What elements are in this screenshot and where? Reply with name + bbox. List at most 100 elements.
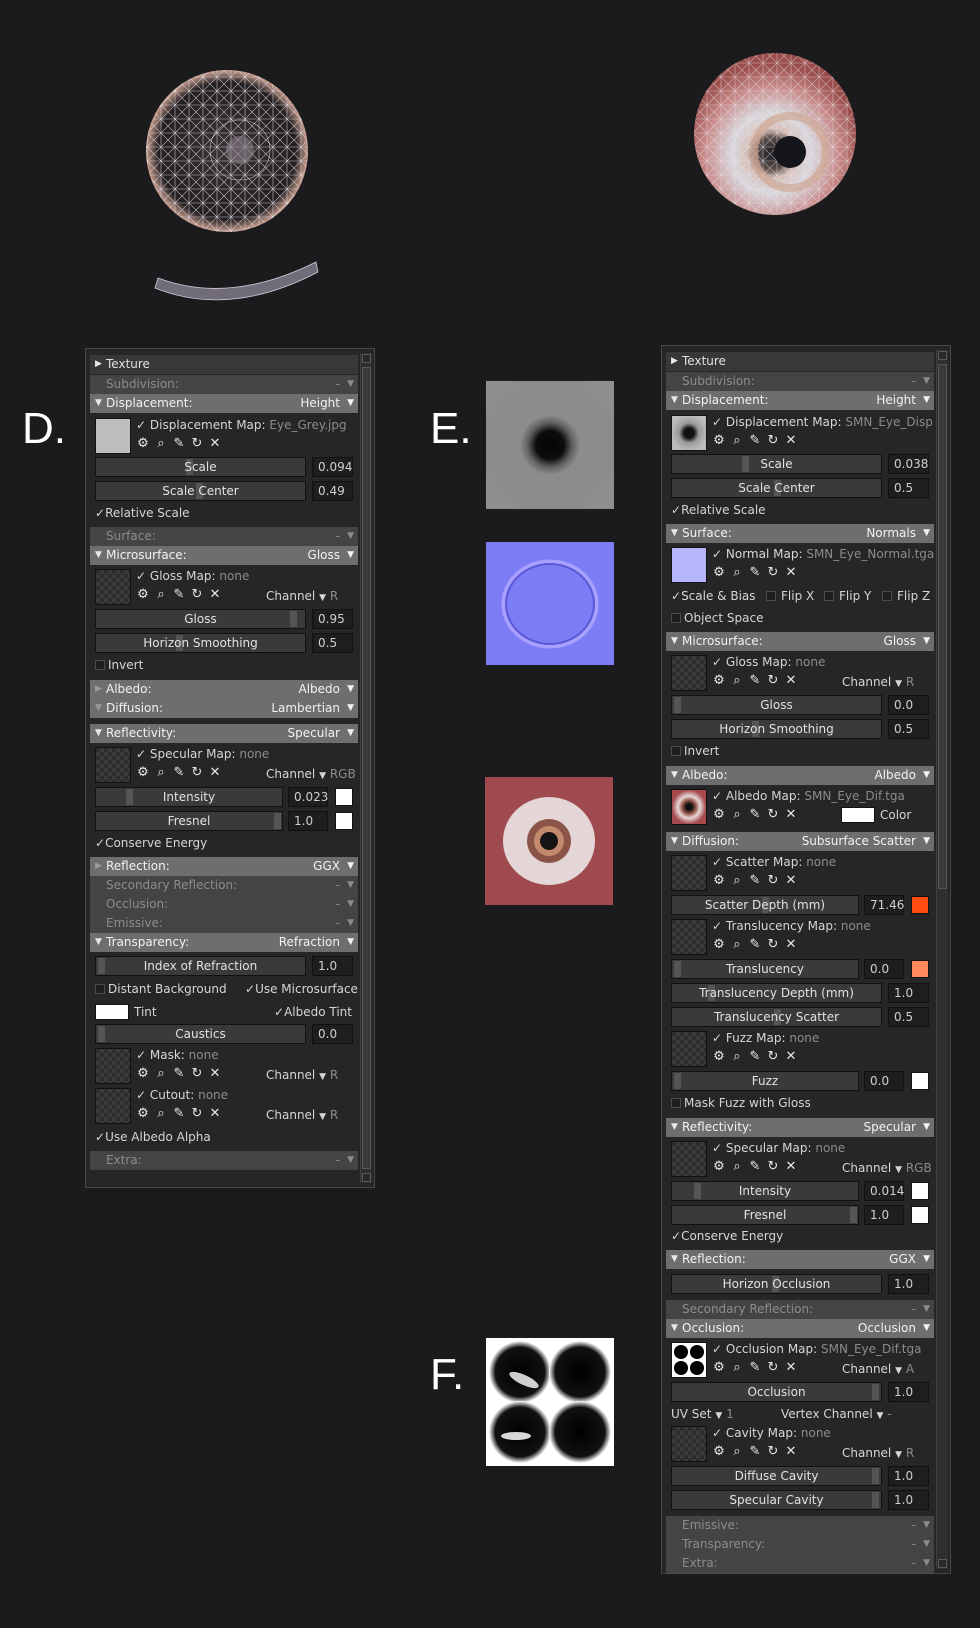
distant-background-checkbox[interactable]: [95, 984, 105, 994]
specular-channel-select[interactable]: Channel ▼ RGB: [842, 1159, 932, 1177]
horizon-occlusion-slider[interactable]: Horizon Occlusion: [671, 1274, 882, 1294]
displacement-map-tools[interactable]: ⚙ ⌕ ✎ ↻ ✕: [134, 436, 224, 452]
translucency-color-swatch[interactable]: [911, 960, 929, 978]
ior-value[interactable]: 1.0: [312, 956, 353, 976]
specular-cavity-slider[interactable]: Specular Cavity: [671, 1490, 882, 1510]
reflectivity-header[interactable]: ▼ Reflectivity: Specular ▼: [666, 1118, 934, 1137]
scale-slider[interactable]: Scale: [95, 457, 306, 477]
diffusion-header[interactable]: ▼ Diffusion: Lambertian ▼: [90, 699, 358, 718]
extra-header[interactable]: Extra: - ▼: [666, 1554, 934, 1573]
translucency-depth-slider[interactable]: Translucency Depth (mm): [671, 983, 882, 1003]
horizon-smoothing-value[interactable]: 0.5: [312, 633, 353, 653]
specular-map-tools[interactable]: ⚙ ⌕ ✎ ↻ ✕: [134, 765, 224, 781]
uv-set-select[interactable]: UV Set ▼ 1: [671, 1405, 734, 1423]
scale-center-slider[interactable]: Scale Center: [671, 478, 882, 498]
secondary-reflection-header[interactable]: Secondary Reflection: - ▼: [666, 1300, 934, 1319]
scale-value[interactable]: 0.094: [312, 457, 353, 477]
tint-color-swatch[interactable]: [95, 1004, 129, 1020]
occlusion-map-slot[interactable]: [671, 1342, 707, 1378]
fuzz-value[interactable]: 0.0: [864, 1071, 904, 1091]
albedo-map-tools[interactable]: ⚙ ⌕ ✎ ↻ ✕: [710, 807, 800, 823]
occlusion-map-tools[interactable]: ⚙ ⌕ ✎ ↻ ✕: [710, 1360, 800, 1376]
displacement-header[interactable]: ▼ Displacement: Height ▼: [666, 391, 934, 410]
translucency-scatter-value[interactable]: 0.5: [888, 1007, 929, 1027]
mask-map-tools[interactable]: ⚙ ⌕ ✎ ↻ ✕: [134, 1066, 224, 1082]
fresnel-value[interactable]: 1.0: [288, 811, 328, 831]
caustics-slider[interactable]: Caustics: [95, 1024, 306, 1044]
reflectivity-header[interactable]: ▼ Reflectivity: Specular ▼: [90, 724, 358, 743]
mask-channel-select[interactable]: Channel ▼ R: [266, 1066, 338, 1084]
gloss-channel-select[interactable]: Channel ▼ R: [842, 673, 914, 691]
secondary-reflection-header[interactable]: Secondary Reflection: - ▼: [90, 876, 358, 895]
specular-channel-select[interactable]: Channel ▼ RGB: [266, 765, 356, 783]
use-albedo-alpha-check[interactable]: ✓Use Albedo Alpha: [95, 1128, 211, 1146]
flip-z-checkbox[interactable]: [882, 591, 892, 601]
fuzz-slider[interactable]: Fuzz: [671, 1071, 859, 1091]
specular-map-tools[interactable]: ⚙ ⌕ ✎ ↻ ✕: [710, 1159, 800, 1175]
subdivision-header[interactable]: Subdivision: - ▼: [666, 372, 934, 391]
translucency-map-tools[interactable]: ⚙ ⌕ ✎ ↻ ✕: [710, 937, 800, 953]
emissive-header[interactable]: Emissive: - ▼: [90, 914, 358, 933]
scatter-depth-value[interactable]: 71.46: [864, 895, 904, 915]
fresnel-slider[interactable]: Fresnel: [95, 811, 283, 831]
horizon-smoothing-value[interactable]: 0.5: [888, 719, 929, 739]
translucency-scatter-slider[interactable]: Translucency Scatter: [671, 1007, 882, 1027]
intensity-slider[interactable]: Intensity: [95, 787, 283, 807]
relative-scale-check[interactable]: ✓Relative Scale: [95, 504, 190, 522]
relative-scale-check[interactable]: ✓Relative Scale: [671, 501, 766, 519]
intensity-color-swatch[interactable]: [911, 1182, 929, 1200]
albedo-header[interactable]: ▶ Albedo: Albedo ▼: [90, 680, 358, 699]
microsurface-header[interactable]: ▼ Microsurface: Gloss ▼: [666, 632, 934, 651]
gloss-map-tools[interactable]: ⚙ ⌕ ✎ ↻ ✕: [134, 587, 224, 603]
fuzz-map-tools[interactable]: ⚙ ⌕ ✎ ↻ ✕: [710, 1049, 800, 1065]
gloss-slider[interactable]: Gloss: [671, 695, 882, 715]
occlusion-value[interactable]: 1.0: [888, 1382, 929, 1402]
gloss-channel-select[interactable]: Channel ▼ R: [266, 587, 338, 605]
gloss-value[interactable]: 0.95: [312, 609, 353, 629]
translucency-slider[interactable]: Translucency: [671, 959, 859, 979]
fuzz-color-swatch[interactable]: [911, 1072, 929, 1090]
albedo-map-slot[interactable]: [671, 789, 707, 825]
scatter-map-tools[interactable]: ⚙ ⌕ ✎ ↻ ✕: [710, 873, 800, 889]
conserve-energy-check[interactable]: ✓Conserve Energy: [671, 1227, 783, 1245]
invert-checkbox[interactable]: [95, 660, 105, 670]
gloss-value[interactable]: 0.0: [888, 695, 929, 715]
mask-map-slot[interactable]: [95, 1048, 131, 1084]
cavity-channel-select[interactable]: Channel ▼ R: [842, 1444, 914, 1462]
horizon-smoothing-slider[interactable]: Horizon Smoothing: [671, 719, 882, 739]
diffuse-cavity-slider[interactable]: Diffuse Cavity: [671, 1466, 882, 1486]
flip-x-checkbox[interactable]: [766, 591, 776, 601]
use-microsurface-check[interactable]: ✓Use Microsurface: [245, 980, 358, 998]
scatter-depth-slider[interactable]: Scatter Depth (mm): [671, 895, 859, 915]
conserve-energy-check[interactable]: ✓Conserve Energy: [95, 834, 207, 852]
albedo-color-swatch[interactable]: [841, 807, 875, 823]
emissive-header[interactable]: Emissive: - ▼: [666, 1516, 934, 1535]
left-scrollbar[interactable]: [360, 353, 372, 1183]
fresnel-color-swatch[interactable]: [335, 812, 353, 830]
horizon-occlusion-value[interactable]: 1.0: [888, 1274, 929, 1294]
gloss-map-slot[interactable]: [95, 569, 131, 605]
vertex-channel-select[interactable]: Vertex Channel ▼ -: [781, 1405, 892, 1423]
displacement-map-slot[interactable]: [671, 415, 707, 451]
normal-map-tools[interactable]: ⚙ ⌕ ✎ ↻ ✕: [710, 565, 800, 581]
cutout-map-tools[interactable]: ⚙ ⌕ ✎ ↻ ✕: [134, 1106, 224, 1122]
translucency-depth-value[interactable]: 1.0: [888, 983, 929, 1003]
fresnel-value[interactable]: 1.0: [864, 1205, 904, 1225]
displacement-map-tools[interactable]: ⚙ ⌕ ✎ ↻ ✕: [710, 433, 800, 449]
cutout-map-slot[interactable]: [95, 1088, 131, 1124]
occlusion-slider[interactable]: Occlusion: [671, 1382, 882, 1402]
reflection-header[interactable]: ▶ Reflection: GGX ▼: [90, 857, 358, 876]
transparency-header[interactable]: Transparency: - ▼: [666, 1535, 934, 1554]
gloss-map-tools[interactable]: ⚙ ⌕ ✎ ↻ ✕: [710, 673, 800, 689]
specular-map-slot[interactable]: [95, 747, 131, 783]
fresnel-color-swatch[interactable]: [911, 1206, 929, 1224]
texture-header[interactable]: ▶ Texture: [90, 355, 358, 374]
scale-bias-check[interactable]: ✓Scale & Bias: [671, 587, 756, 605]
intensity-color-swatch[interactable]: [335, 788, 353, 806]
occlusion-header[interactable]: Occlusion: - ▼: [90, 895, 358, 914]
extra-header[interactable]: Extra: - ▼: [90, 1151, 358, 1170]
intensity-slider[interactable]: Intensity: [671, 1181, 859, 1201]
scale-value[interactable]: 0.038: [888, 454, 929, 474]
right-scrollbar[interactable]: [936, 350, 948, 1569]
displacement-map-slot[interactable]: [95, 418, 131, 454]
